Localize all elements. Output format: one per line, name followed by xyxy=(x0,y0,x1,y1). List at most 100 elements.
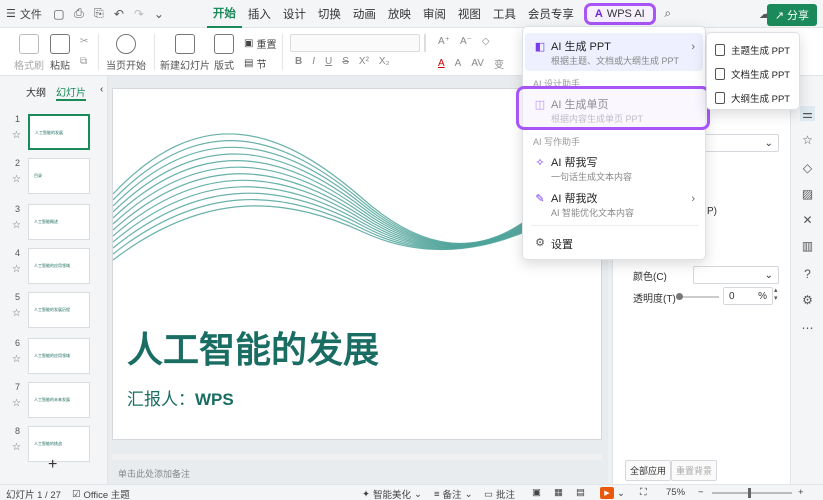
format-painter-button[interactable]: 格式刷 xyxy=(14,34,44,72)
tab-slides[interactable]: 幻灯片 xyxy=(56,84,86,101)
notes-placeholder[interactable]: 单击此处添加备注 xyxy=(118,467,190,480)
add-slide-button[interactable]: + xyxy=(48,456,57,474)
star-icon[interactable]: ☆ xyxy=(800,132,815,147)
book-icon[interactable]: ▥ xyxy=(800,238,815,253)
spin-control[interactable]: ▴ ▾ xyxy=(774,287,778,303)
bold-button[interactable]: B xyxy=(295,56,302,67)
tab-insert[interactable]: 插入 xyxy=(242,0,277,28)
fit-window-button[interactable]: ⛶ xyxy=(640,487,647,498)
zoom-level[interactable]: 75% xyxy=(666,487,685,498)
settings-icon[interactable]: ⚙ xyxy=(800,292,815,307)
search-icon[interactable]: ⌕ xyxy=(660,6,676,22)
cut-button[interactable]: ✂ xyxy=(80,36,88,47)
normal-view-button[interactable]: ▣ xyxy=(532,487,541,498)
subscript-button[interactable]: X₂ xyxy=(379,56,390,67)
star-icon[interactable]: ☆ xyxy=(12,174,21,185)
zoom-slider-handle[interactable] xyxy=(748,488,751,498)
slide-thumbnail[interactable]: 人工智能的发展历程 xyxy=(28,292,90,328)
spacing-button[interactable]: AV xyxy=(471,58,484,69)
reading-view-button[interactable]: ▤ xyxy=(576,487,585,498)
reset-background-button[interactable]: 重置背景 xyxy=(671,460,718,481)
font-shrink-button[interactable]: A⁻ xyxy=(460,36,472,47)
submenu-outline-ppt[interactable]: 大纲生成 PPT xyxy=(715,91,790,105)
tab-transition[interactable]: 切换 xyxy=(312,0,347,28)
image-icon[interactable]: ▨ xyxy=(800,186,815,201)
tools-icon[interactable]: ✕ xyxy=(800,212,815,227)
tab-design[interactable]: 设计 xyxy=(277,0,312,28)
fill-color-select[interactable]: ⌄ xyxy=(693,266,779,284)
undo-icon[interactable]: ↶ xyxy=(111,6,127,22)
slide-thumbnail[interactable]: 目录 xyxy=(28,158,90,194)
slide-thumbnail[interactable]: 人工智能的应用领域 xyxy=(28,338,90,374)
slide-thumbnail[interactable]: 人工智能的发展 xyxy=(28,114,90,150)
sorter-view-button[interactable]: ▦ xyxy=(554,487,563,498)
paste-button[interactable]: 粘贴 xyxy=(50,34,70,72)
star-icon[interactable]: ☆ xyxy=(12,130,21,141)
slide-thumbnail[interactable]: 人工智能的应用领域 xyxy=(28,248,90,284)
clear-format-button[interactable]: ◇ xyxy=(482,36,490,47)
zoom-out-button[interactable]: − xyxy=(698,487,704,498)
apply-all-button[interactable]: 全部应用 xyxy=(625,460,672,481)
new-slide-button[interactable]: 新建幻灯片 xyxy=(160,34,210,72)
char-spacing-button[interactable]: 变 xyxy=(494,56,504,71)
highlight-button[interactable]: A xyxy=(455,58,462,69)
star-icon[interactable]: ☆ xyxy=(12,354,21,365)
star-icon[interactable]: ☆ xyxy=(12,220,21,231)
print-icon[interactable]: ⎘ xyxy=(91,6,107,22)
smart-beautify-button[interactable]: ✦ 智能美化 ⌄ xyxy=(362,487,422,500)
tab-home[interactable]: 开始 xyxy=(206,0,242,28)
star-icon[interactable]: ☆ xyxy=(12,264,21,275)
slide-thumbnail-row[interactable]: 7 ☆ 人工智能的未来发展 xyxy=(0,382,100,422)
copy-button[interactable]: ⧉ xyxy=(80,56,87,67)
ai-settings[interactable]: ⚙ 设置 xyxy=(525,229,703,257)
slide-thumbnail[interactable]: 人工智能的未来发展 xyxy=(28,382,90,418)
layout-button[interactable]: 版式 xyxy=(214,34,234,72)
tab-member[interactable]: 会员专享 xyxy=(522,0,580,28)
tab-review[interactable]: 审阅 xyxy=(417,0,452,28)
strike-button[interactable]: S xyxy=(342,56,349,67)
submenu-document-ppt[interactable]: 文档生成 PPT xyxy=(715,67,790,81)
section-button[interactable]: ▤ 节 xyxy=(244,56,266,71)
font-grow-button[interactable]: A⁺ xyxy=(438,36,450,47)
slide-thumbnail-row[interactable]: 3 ☆ 人工智能概述 xyxy=(0,204,100,244)
underline-button[interactable]: U xyxy=(325,56,332,67)
font-color-button[interactable]: A xyxy=(438,58,445,69)
slide-thumbnail-row[interactable]: 4 ☆ 人工智能的应用领域 xyxy=(0,248,100,288)
more-icon[interactable]: ⋯ xyxy=(800,320,815,335)
horizontal-scrollbar[interactable] xyxy=(112,454,602,460)
tab-animation[interactable]: 动画 xyxy=(347,0,382,28)
tab-outline[interactable]: 大纲 xyxy=(26,84,46,101)
slide-subtitle[interactable]: 汇报人：WPS xyxy=(127,385,234,410)
style-icon[interactable]: ⚌ xyxy=(800,106,815,121)
font-size-field[interactable] xyxy=(424,34,426,52)
reset-button[interactable]: ▣ 重置 xyxy=(244,36,276,51)
comments-button[interactable]: ▭ 批注 xyxy=(484,487,515,500)
export-pdf-icon[interactable]: ⎙ xyxy=(71,6,87,22)
wps-ai-button[interactable]: A WPS AI xyxy=(583,2,656,25)
slide-thumbnail[interactable]: 人工智能的挑战 xyxy=(28,426,90,462)
ai-generate-ppt[interactable]: ◧ AI 生成 PPT 根据主题、文档或大纲生成 PPT › xyxy=(525,33,703,71)
play-from-current-button[interactable]: 当页开始 xyxy=(106,34,146,72)
slider-handle[interactable] xyxy=(676,293,683,300)
tab-view[interactable]: 视图 xyxy=(452,0,487,28)
tab-tools[interactable]: 工具 xyxy=(487,0,522,28)
slide-thumbnail[interactable]: 人工智能概述 xyxy=(28,204,90,240)
notes-button[interactable]: ≡ 备注 ⌄ xyxy=(434,487,473,500)
ai-revise-for-me[interactable]: ✎ AI 帮我改 AI 智能优化文本内容 › xyxy=(525,185,703,223)
star-icon[interactable]: ☆ xyxy=(12,308,21,319)
star-icon[interactable]: ☆ xyxy=(12,398,21,409)
slide-thumbnail-row[interactable]: 5 ☆ 人工智能的发展历程 xyxy=(0,292,100,332)
share-button[interactable]: ↗ 分享 xyxy=(766,4,817,26)
save-icon[interactable]: ▢ xyxy=(51,6,67,22)
superscript-button[interactable]: X² xyxy=(359,56,369,67)
shapes-icon[interactable]: ◇ xyxy=(800,160,815,175)
help-icon[interactable]: ? xyxy=(800,266,815,281)
redo-icon[interactable]: ↷ xyxy=(131,6,147,22)
slide-thumbnail-row[interactable]: 1 ☆ 人工智能的发展 xyxy=(0,114,100,154)
tab-slideshow[interactable]: 放映 xyxy=(382,0,417,28)
collapse-panel-icon[interactable]: ‹ xyxy=(100,84,103,101)
transparency-slider[interactable] xyxy=(676,293,719,300)
transparency-input[interactable]: 0 % xyxy=(723,287,773,305)
slide-title[interactable]: 人工智能的发展 xyxy=(127,321,379,373)
star-icon[interactable]: ☆ xyxy=(12,442,21,453)
